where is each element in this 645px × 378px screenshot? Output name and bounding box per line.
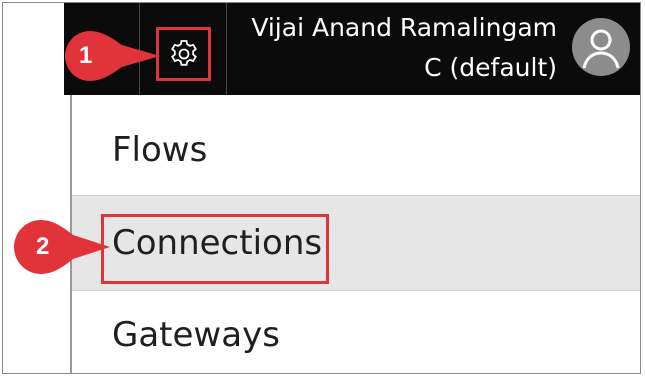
callout-pin-shape xyxy=(64,30,160,81)
menu-item-flows[interactable]: Flows xyxy=(72,105,640,195)
menu-item-gateways[interactable]: Gateways xyxy=(72,297,640,373)
connections-highlight-box xyxy=(101,214,329,284)
callout-marker-1: 1 xyxy=(63,29,163,83)
menu-item-label: Flows xyxy=(112,130,208,170)
user-avatar-icon[interactable] xyxy=(572,18,630,76)
callout-number: 2 xyxy=(36,233,50,260)
menu-item-label: Gateways xyxy=(112,315,280,355)
gear-icon xyxy=(170,40,197,66)
environment-label[interactable]: C (default) xyxy=(424,52,557,84)
user-name[interactable]: Vijai Anand Ramalingam xyxy=(251,12,557,44)
callout-pin-shape xyxy=(14,220,110,274)
callout-marker-2: 2 xyxy=(12,218,112,276)
callout-number: 1 xyxy=(79,42,93,69)
settings-button[interactable] xyxy=(156,27,211,81)
header-divider xyxy=(226,3,227,95)
